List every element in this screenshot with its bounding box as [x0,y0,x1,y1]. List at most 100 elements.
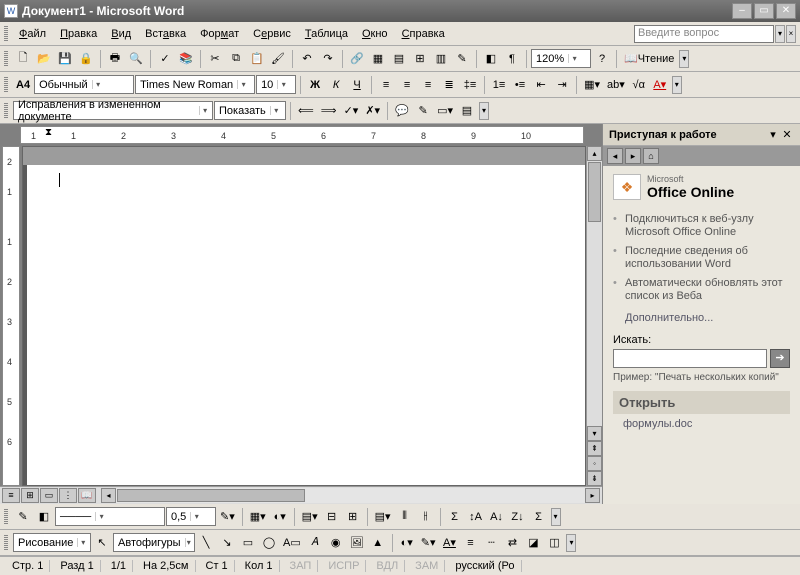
status-language[interactable]: русский (Ро [449,560,521,572]
cut-button[interactable]: ✂ [205,49,225,69]
justify-button[interactable]: ≣ [439,75,459,95]
grip-icon[interactable] [4,51,8,67]
align-left-button[interactable]: ≡ [376,75,396,95]
menu-table[interactable]: Таблица [298,26,355,42]
drawing-toggle-button[interactable]: ✎ [452,49,472,69]
menu-close-doc[interactable]: × [786,25,796,43]
research-button[interactable]: 📚 [176,49,196,69]
style-select[interactable]: Обычный▾ [34,75,134,94]
split-cells-button[interactable]: ⊞ [343,507,363,527]
review-display-select[interactable]: Исправления в измененном документе▾ [13,101,213,120]
tp-link-autoupdate[interactable]: Автоматически обновлять этот список из В… [613,274,790,306]
ask-dropdown[interactable]: ▾ [775,25,785,43]
line-spacing-button[interactable]: ‡≡ [460,75,480,95]
sqrt-button[interactable]: √α [629,75,649,95]
paste-button[interactable]: 📋 [247,49,267,69]
status-rec[interactable]: ЗАП [284,560,319,572]
open-button[interactable]: 📂 [34,49,54,69]
print-layout-button[interactable]: ▭ [40,488,58,503]
diagram-button[interactable]: ◉ [326,533,346,553]
new-doc-button[interactable]: 🗋 [13,49,33,69]
taskpane-dropdown[interactable]: ▾ [766,128,780,141]
permissions-button[interactable]: 🔒 [76,49,96,69]
grip-icon[interactable] [4,77,8,93]
sort-desc-button[interactable]: Z↓ [508,507,528,527]
arrow-tool-button[interactable]: ↘ [217,533,237,553]
autosum-button[interactable]: Σ [529,507,549,527]
highlight-button[interactable]: ab▾ [604,75,628,95]
docmap-button[interactable]: ◧ [481,49,501,69]
status-trk[interactable]: ИСПР [322,560,366,572]
outline-view-button[interactable]: ⋮ [59,488,77,503]
grip-icon[interactable] [4,509,8,525]
font-color-button2[interactable]: A▾ [439,533,459,553]
scroll-left-button[interactable]: ◂ [101,488,116,503]
reading-view-button[interactable]: 📖 [78,488,96,503]
menu-view[interactable]: Вид [104,26,138,42]
line-color-button[interactable]: ✎▾ [418,533,439,553]
accept-change-button[interactable]: ✓▾ [341,101,362,121]
save-button[interactable]: 💾 [55,49,75,69]
insert-table-button2[interactable]: ▤▾ [299,507,321,527]
next-page-button[interactable]: ⇟ [587,471,602,486]
bold-button[interactable]: Ж [305,75,325,95]
borders-button[interactable]: ▦▾ [581,75,603,95]
taskpane-search-go-button[interactable]: ➔ [770,349,790,368]
underline-button[interactable]: Ч [347,75,367,95]
menu-help[interactable]: Справка [395,26,452,42]
scroll-right-button[interactable]: ▸ [585,488,600,503]
bulleted-list-button[interactable]: •≡ [510,75,530,95]
autoshapes-menu[interactable]: Автофигуры▾ [113,533,195,552]
undo-button[interactable]: ↶ [297,49,317,69]
redo-button[interactable]: ↷ [318,49,338,69]
outdent-button[interactable]: ⇤ [531,75,551,95]
insert-table-button[interactable]: ▤ [389,49,409,69]
sort-asc-button[interactable]: A↓ [487,507,507,527]
drawing-menu[interactable]: Рисование▾ [13,533,91,552]
status-ovr[interactable]: ЗАМ [409,560,445,572]
ask-question-input[interactable]: Введите вопрос [634,25,774,43]
shading-color-button[interactable]: ◐▾ [270,507,290,527]
close-button[interactable]: ✕ [776,3,796,19]
status-ext[interactable]: ВДЛ [370,560,405,572]
eraser-button[interactable]: ◧ [34,507,54,527]
textbox-button[interactable]: A▭ [280,533,304,553]
print-button[interactable]: 🖶 [105,49,125,69]
oval-tool-button[interactable]: ◯ [259,533,279,553]
numbered-list-button[interactable]: 1≡ [489,75,509,95]
preview-button[interactable]: 🔍 [126,49,146,69]
grip-icon[interactable] [4,103,8,119]
new-comment-button[interactable]: 💬 [392,101,412,121]
autoformat-button[interactable]: Σ [445,507,465,527]
show-marks-button[interactable]: ¶ [502,49,522,69]
distribute-rows-button[interactable]: ⫴ [395,507,415,527]
tp-link-news[interactable]: Последние сведения об использовании Word [613,242,790,274]
toolbar-overflow[interactable]: ▾ [479,102,489,120]
tables-borders-button[interactable]: ▦ [368,49,388,69]
font-select[interactable]: Times New Roman▾ [135,75,255,94]
line-weight-select[interactable]: 0,5▾ [166,507,216,526]
line-style-select[interactable]: ────▾ [55,507,165,526]
picture-button[interactable]: ▲ [368,533,388,553]
outside-border-button[interactable]: ▦▾ [247,507,269,527]
grip-icon[interactable] [4,26,8,42]
menu-tools[interactable]: Сервис [246,26,298,42]
horizontal-scrollbar[interactable]: ◂ ▸ [101,488,600,503]
taskpane-close-button[interactable]: ✕ [780,128,794,141]
prev-change-button[interactable]: ⟸ [295,101,317,121]
vertical-ruler[interactable]: 2 1 1 2 3 4 5 6 [2,146,20,486]
balloons-button[interactable]: ▭▾ [434,101,456,121]
recent-doc-item[interactable]: формулы.doc [623,418,780,430]
align-center-button[interactable]: ≡ [397,75,417,95]
reject-change-button[interactable]: ✗▾ [362,101,383,121]
spellcheck-button[interactable]: ✓ [155,49,175,69]
horizontal-ruler[interactable]: ⧗ 1 1 2 3 4 5 6 7 8 9 10 [20,126,584,144]
select-browse-button[interactable]: ◦ [587,456,602,471]
nav-back-button[interactable]: ◂ [607,148,623,164]
toolbar-overflow[interactable]: ▾ [672,76,682,94]
prev-page-button[interactable]: ⇞ [587,441,602,456]
border-color-button[interactable]: ✎▾ [217,507,238,527]
text-direction-button[interactable]: ↕A [466,507,486,527]
indent-marker-icon[interactable]: ⧗ [45,127,52,138]
maximize-button[interactable]: ▭ [754,3,774,19]
